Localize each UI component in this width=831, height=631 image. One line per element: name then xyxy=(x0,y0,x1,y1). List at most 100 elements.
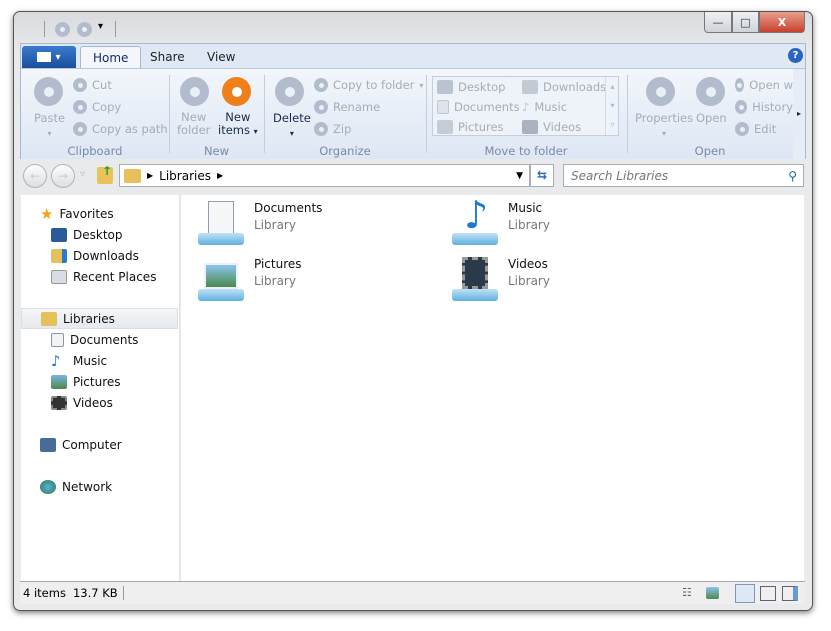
group-label-move-to-folder: Move to folder xyxy=(484,144,568,158)
tab-view[interactable]: View xyxy=(195,46,247,70)
computer-icon xyxy=(40,437,56,452)
move-to-desktop[interactable]: Desktop xyxy=(437,79,522,95)
nav-recent-places-label: Recent Places xyxy=(73,269,157,284)
gallery-scroll[interactable]: ▴ ▾ ▿ xyxy=(605,77,619,135)
status-item-count: 4 items xyxy=(23,586,66,600)
navigation-pane: ★ Favorites Desktop Downloads Recent Plac… xyxy=(21,195,180,581)
move-to-videos[interactable]: Videos xyxy=(522,119,607,135)
nav-libraries[interactable]: Libraries xyxy=(21,308,178,329)
music-icon: ♪ xyxy=(51,351,61,370)
downloads-icon xyxy=(51,248,67,263)
nav-documents[interactable]: Documents xyxy=(51,329,138,350)
downloads-icon xyxy=(522,80,538,94)
quick-access-properties-icon[interactable] xyxy=(55,22,70,37)
recent-locations-dropdown[interactable]: ▿ xyxy=(80,169,85,180)
pictures-icon xyxy=(51,374,67,389)
open-with-button[interactable]: Open w xyxy=(735,75,793,95)
navigation-pane-toggle[interactable] xyxy=(735,584,755,603)
breadcrumb-chevron-icon[interactable]: ▶ xyxy=(217,171,223,180)
move-to-pictures[interactable]: Pictures xyxy=(437,119,522,135)
nav-recent-places[interactable]: Recent Places xyxy=(51,266,156,287)
copy-label: Copy xyxy=(92,100,122,114)
maximize-button[interactable]: □ xyxy=(732,12,759,33)
tab-home[interactable]: Home xyxy=(80,46,142,70)
recent-places-icon xyxy=(51,269,67,284)
file-menu-button[interactable]: ▾ xyxy=(22,46,76,68)
details-view-icon[interactable]: ☷ xyxy=(682,586,692,599)
nav-computer[interactable]: Computer xyxy=(40,434,122,455)
tab-share[interactable]: Share xyxy=(138,46,197,70)
large-icons-view-icon[interactable] xyxy=(706,587,719,599)
zip-button[interactable]: Zip xyxy=(314,119,423,139)
nav-pictures-label: Pictures xyxy=(73,374,121,389)
cut-button[interactable]: Cut xyxy=(73,75,168,95)
minimize-button[interactable]: — xyxy=(704,12,732,33)
nav-music[interactable]: ♪ Music xyxy=(51,350,107,371)
star-icon: ★ xyxy=(40,204,54,223)
search-icon[interactable]: ⚲ xyxy=(788,169,797,183)
library-item-videos[interactable]: Videos Library xyxy=(452,257,550,303)
ribbon-scroll-right[interactable]: ▸ xyxy=(793,69,805,159)
paste-button[interactable]: Paste ▾ xyxy=(34,111,65,139)
copy-as-path-button[interactable]: Copy as path xyxy=(73,119,168,139)
paste-label: Paste xyxy=(34,111,66,125)
new-items-button[interactable]: New items ▾ xyxy=(218,111,258,138)
nav-desktop[interactable]: Desktop xyxy=(51,224,123,245)
nav-network[interactable]: Network xyxy=(40,476,112,497)
edit-button[interactable]: Edit xyxy=(735,119,793,139)
quick-access-new-folder-icon[interactable] xyxy=(77,22,92,37)
refresh-button[interactable]: ⇆ xyxy=(530,164,554,187)
help-icon[interactable]: ? xyxy=(788,48,803,63)
pictures-icon xyxy=(437,120,453,134)
close-button[interactable]: X xyxy=(759,12,805,33)
up-folder-icon[interactable]: ↑ xyxy=(97,164,113,184)
rename-button[interactable]: Rename xyxy=(314,97,423,117)
copy-button[interactable]: Copy xyxy=(73,97,168,117)
library-type: Library xyxy=(508,274,550,288)
move-to-downloads[interactable]: Downloads xyxy=(522,79,607,95)
new-folder-icon xyxy=(180,77,209,106)
nav-videos[interactable]: Videos xyxy=(51,392,113,413)
properties-button[interactable]: Properties ▾ xyxy=(635,111,693,139)
cut-icon xyxy=(73,78,87,92)
nav-desktop-label: Desktop xyxy=(73,227,123,242)
nav-favorites-label: Favorites xyxy=(59,206,114,221)
cut-label: Cut xyxy=(92,78,112,92)
nav-favorites[interactable]: ★ Favorites xyxy=(40,203,114,224)
history-button[interactable]: History xyxy=(735,97,793,117)
customize-quick-access-icon[interactable]: ▾ xyxy=(98,21,103,32)
desktop-icon xyxy=(437,80,453,94)
library-item-documents[interactable]: Documents Library xyxy=(198,201,322,247)
libraries-icon xyxy=(41,311,57,326)
preview-pane-toggle[interactable] xyxy=(760,586,776,601)
move-to-documents[interactable]: Documents xyxy=(437,99,522,115)
library-item-music[interactable]: ♪ Music Library xyxy=(452,193,550,247)
address-dropdown-icon[interactable]: ▼ xyxy=(516,171,523,181)
open-button[interactable]: Open xyxy=(696,111,727,125)
nav-pictures[interactable]: Pictures xyxy=(51,371,121,392)
move-to-music[interactable]: ♪ Music xyxy=(522,99,607,115)
group-label-organize: Organize xyxy=(319,144,371,158)
nav-downloads[interactable]: Downloads xyxy=(51,245,139,266)
search-input[interactable]: Search Libraries ⚲ xyxy=(563,164,804,187)
library-item-pictures[interactable]: Pictures Library xyxy=(198,257,302,303)
library-name: Videos xyxy=(508,257,548,271)
new-items-label-1: New xyxy=(225,110,251,124)
status-bar: 4 items 13.7 KB ☷ xyxy=(20,581,805,604)
delete-button[interactable]: Delete ▾ xyxy=(273,111,311,139)
library-type: Library xyxy=(508,218,550,232)
edit-icon xyxy=(735,122,749,136)
nav-libraries-label: Libraries xyxy=(63,311,115,326)
back-button[interactable]: ← xyxy=(23,164,47,188)
breadcrumb-chevron-icon[interactable]: ▶ xyxy=(147,171,153,180)
forward-button[interactable]: → xyxy=(51,164,75,188)
open-icon xyxy=(696,77,725,106)
copy-icon xyxy=(73,100,87,114)
content-pane: Documents Library ♪ Music Library Pictures… xyxy=(181,193,804,581)
new-folder-button[interactable]: New folder xyxy=(177,111,210,137)
copy-to-folder-button[interactable]: Copy to folder ▾ xyxy=(314,75,423,95)
move-to-downloads-label: Downloads xyxy=(543,80,607,94)
breadcrumb-libraries[interactable]: Libraries xyxy=(159,169,211,183)
details-pane-toggle[interactable] xyxy=(782,586,798,601)
address-bar[interactable]: ▶ Libraries ▶ ▼ xyxy=(119,164,530,187)
